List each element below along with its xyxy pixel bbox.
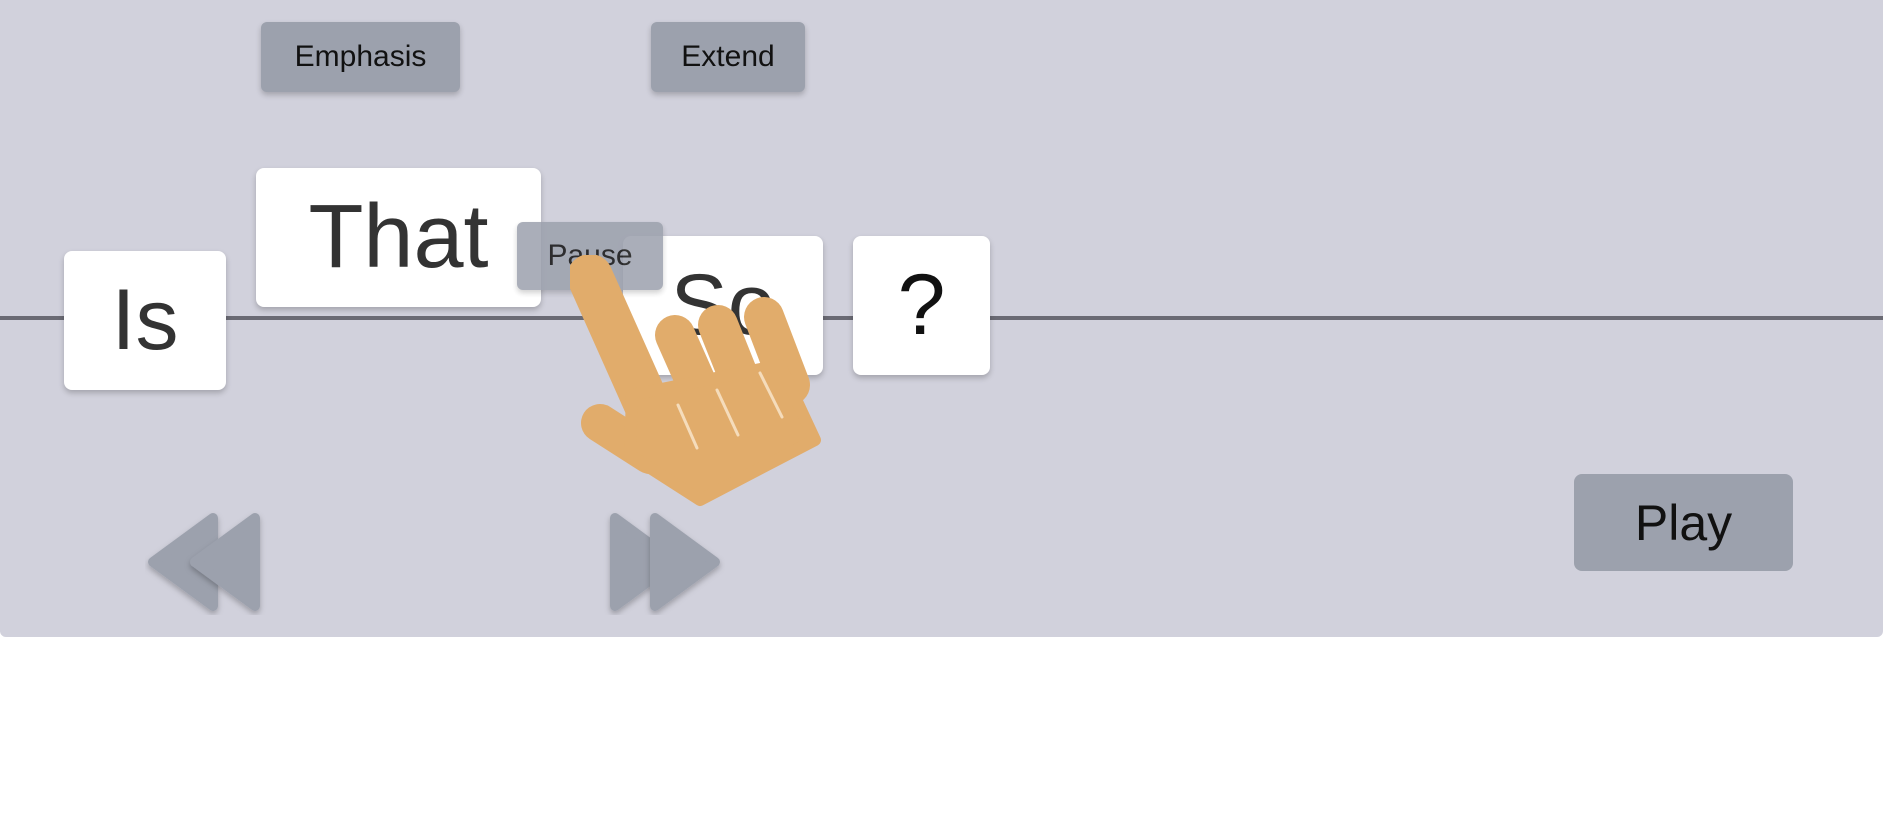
play-button[interactable]: Play: [1574, 474, 1793, 571]
fast-forward-button[interactable]: [600, 510, 725, 615]
word-card-that[interactable]: That: [256, 168, 541, 307]
word-card-is[interactable]: Is: [64, 251, 226, 390]
emphasis-button[interactable]: Emphasis: [261, 22, 460, 92]
rewind-icon: [148, 513, 260, 611]
rewind-button[interactable]: [145, 510, 270, 615]
fast-forward-icon: [610, 513, 720, 611]
editor-panel: Emphasis Extend Is That So ? Pause Play: [0, 0, 1883, 637]
extend-button[interactable]: Extend: [651, 22, 805, 92]
word-card-question-mark[interactable]: ?: [853, 236, 990, 375]
pointing-hand-icon: [570, 255, 821, 506]
